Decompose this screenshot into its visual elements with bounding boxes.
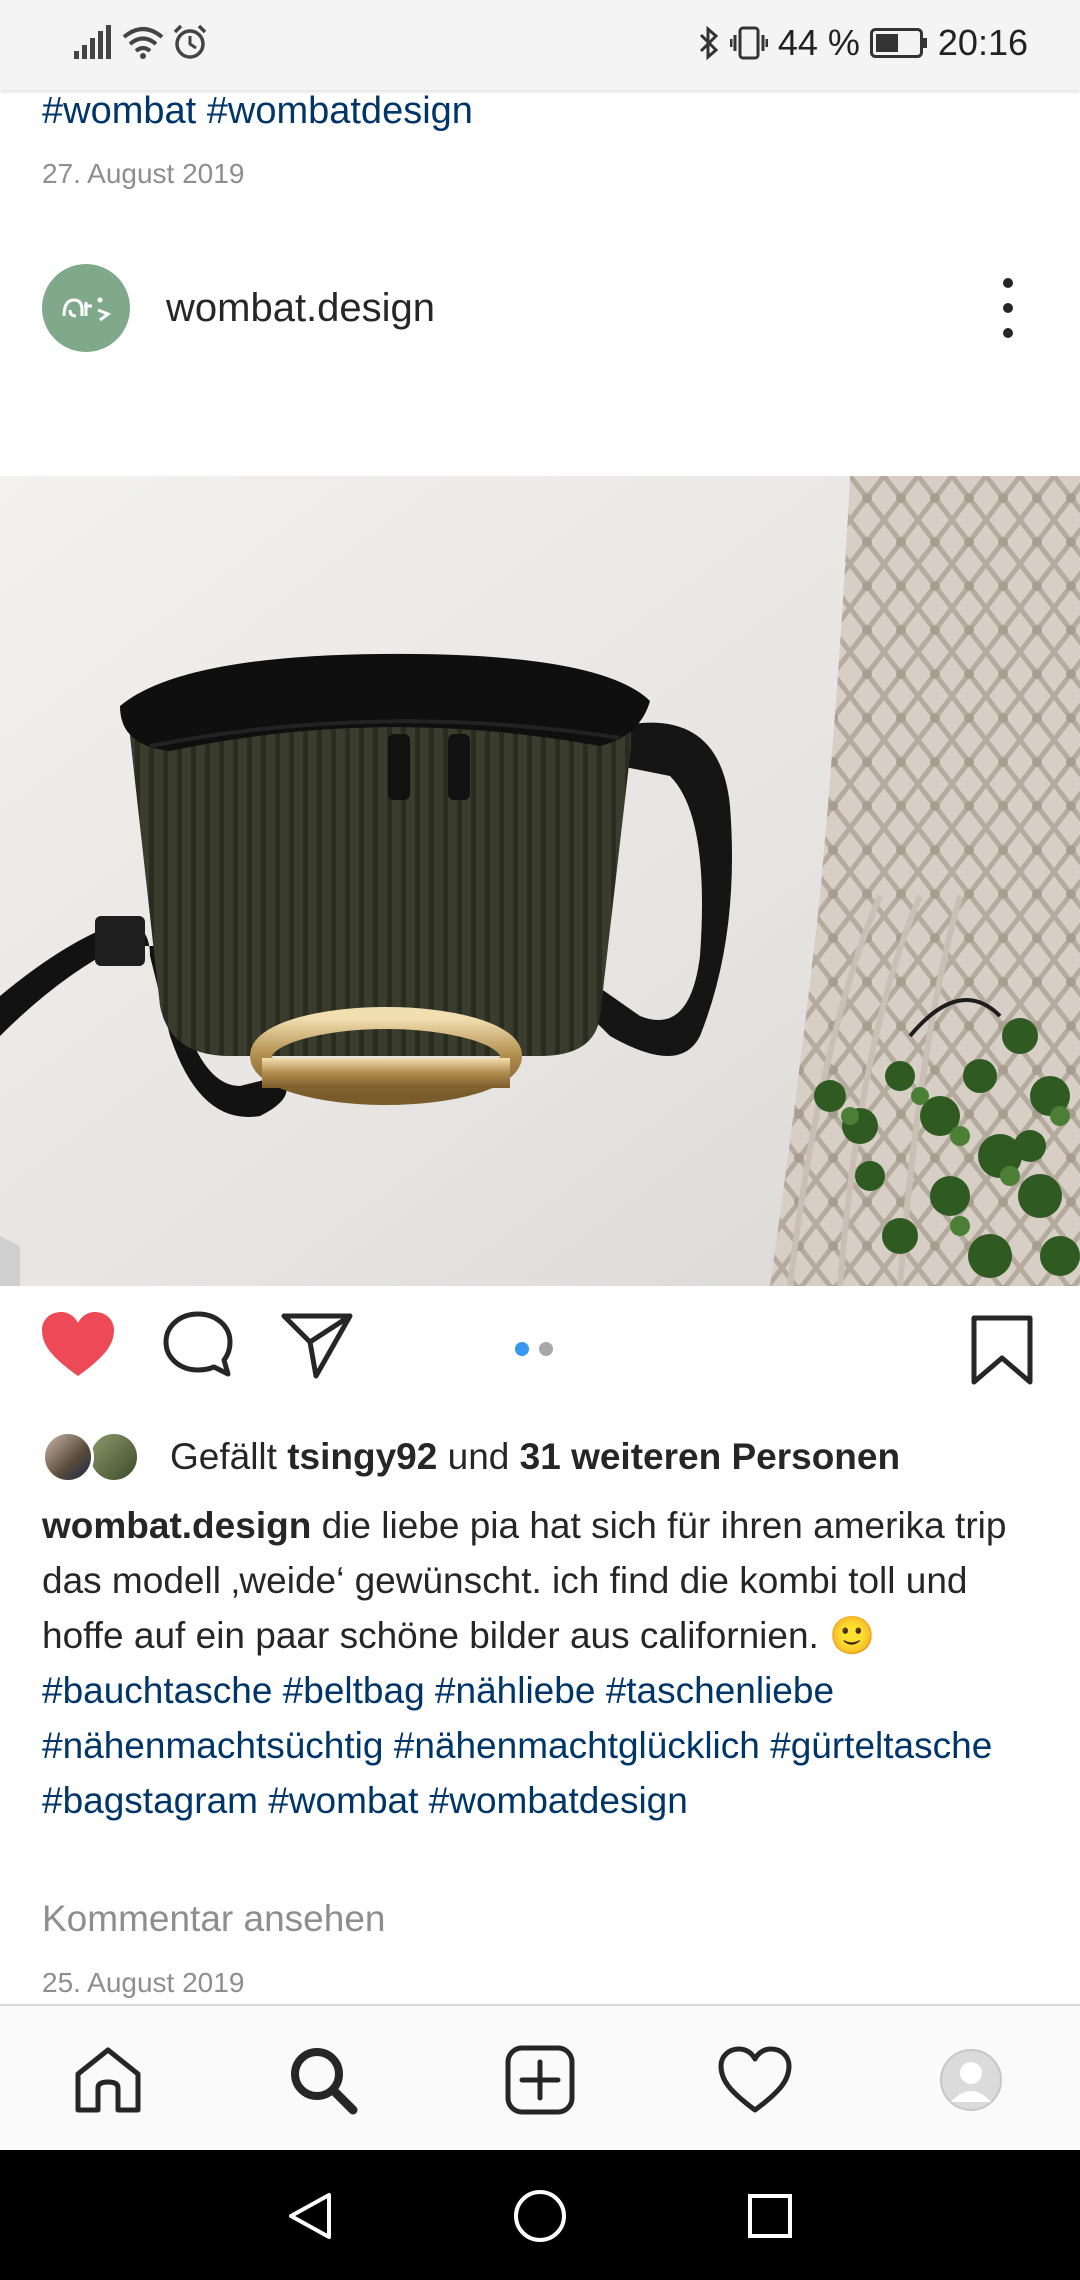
system-home-button[interactable] xyxy=(510,2186,570,2246)
signal-icon xyxy=(74,25,111,59)
previous-post-hashtags[interactable]: #wombat #wombatdesign xyxy=(42,90,473,133)
battery-percent: 44 % xyxy=(777,22,860,63)
likes-others[interactable]: 31 weiteren Personen xyxy=(520,1436,900,1478)
heart-outline-icon xyxy=(718,2046,792,2113)
comment-icon xyxy=(163,1311,233,1377)
likes-summary[interactable]: Gefällt tsingy92 und 31 weiteren Persone… xyxy=(42,1427,900,1487)
post-date: 25. August 2019 xyxy=(42,1967,245,1998)
post-author-avatar[interactable] xyxy=(42,264,130,352)
save-button[interactable] xyxy=(970,1314,1034,1391)
like-button[interactable] xyxy=(40,1310,116,1385)
likes-connector: und xyxy=(437,1436,520,1477)
previous-post-date: 27. August 2019 xyxy=(42,158,245,189)
vibrate-icon xyxy=(729,26,768,60)
caption-author[interactable]: wombat.design xyxy=(42,1505,311,1546)
nav-home[interactable] xyxy=(70,2042,146,2118)
liker-username[interactable]: tsingy92 xyxy=(287,1436,437,1478)
wifi-icon xyxy=(122,27,164,59)
back-triangle-icon xyxy=(289,2193,331,2239)
nav-search[interactable] xyxy=(285,2042,361,2118)
post-caption: wombat.design die liebe pia hat sich für… xyxy=(42,1498,1042,1828)
bottom-navigation xyxy=(0,2004,1080,2150)
status-right: 44 % 20:16 xyxy=(698,22,1028,64)
liker-avatars xyxy=(42,1429,142,1485)
share-button[interactable] xyxy=(280,1310,354,1385)
comment-button[interactable] xyxy=(162,1310,234,1385)
caption-hashtags[interactable]: #bauchtasche #beltbag #nähliebe #taschen… xyxy=(42,1670,992,1821)
carousel-dot xyxy=(539,1342,553,1356)
liker-avatar xyxy=(88,1431,140,1483)
search-icon xyxy=(291,2048,358,2115)
share-icon xyxy=(281,1313,353,1379)
system-recents-button[interactable] xyxy=(740,2186,800,2246)
nav-profile[interactable] xyxy=(933,2042,1009,2118)
post-username[interactable]: wombat.design xyxy=(166,286,435,331)
carousel-indicator xyxy=(515,1342,553,1356)
heart-filled-icon xyxy=(42,1312,114,1376)
battery-icon xyxy=(869,28,927,58)
profile-avatar-icon xyxy=(940,2049,1002,2111)
carousel-dot-active xyxy=(515,1342,529,1356)
likes-prefix: Gefällt xyxy=(170,1436,288,1477)
post-photo[interactable] xyxy=(0,476,1080,1286)
home-icon xyxy=(75,2047,141,2113)
nav-activity[interactable] xyxy=(717,2042,793,2118)
home-circle-icon xyxy=(514,2190,566,2242)
status-left xyxy=(74,24,208,60)
liker-avatar xyxy=(42,1431,94,1483)
view-comments-link[interactable]: Kommentar ansehen xyxy=(42,1898,385,1940)
system-back-button[interactable] xyxy=(280,2186,340,2246)
status-bar: 44 % 20:16 xyxy=(0,0,1080,90)
recents-square-icon xyxy=(748,2194,792,2238)
wombat-logo-icon xyxy=(62,297,112,322)
bookmark-icon xyxy=(971,1315,1033,1385)
add-post-icon xyxy=(505,2045,575,2115)
clock: 20:16 xyxy=(937,22,1028,63)
alarm-icon xyxy=(173,24,207,59)
belt-bag-photo xyxy=(0,476,1080,1286)
bluetooth-icon xyxy=(699,25,719,61)
system-navigation-bar xyxy=(0,2150,1080,2280)
more-options-icon[interactable] xyxy=(990,278,1026,338)
post-actions xyxy=(0,1310,1080,1400)
nav-new-post[interactable] xyxy=(502,2042,578,2118)
